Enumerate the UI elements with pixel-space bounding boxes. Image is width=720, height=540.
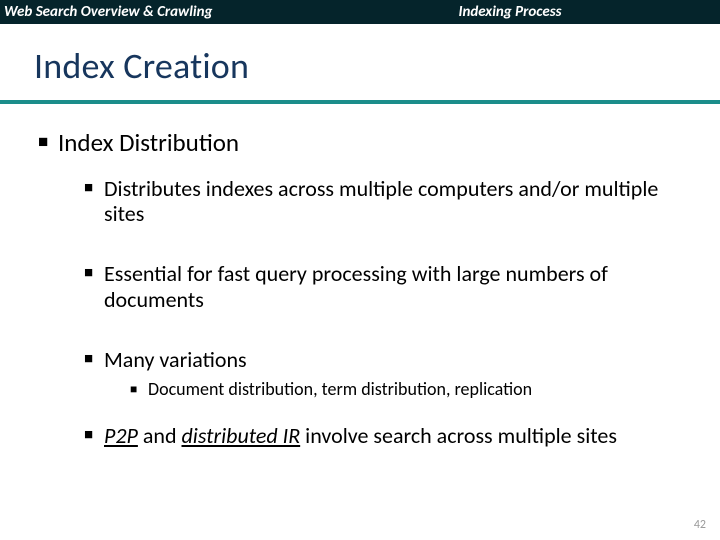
breadcrumb-right: Indexing Process: [300, 0, 720, 24]
text-rest: involve search across multiple sites: [300, 422, 617, 449]
breadcrumb-left: Web Search Overview & Crawling: [0, 0, 300, 24]
bullet-level2: ■ Many variations: [84, 347, 686, 373]
term-distributed-ir: distributed IR: [182, 422, 301, 449]
bullet-level2: ■ P2P and distributed IR involve search …: [84, 423, 686, 449]
breadcrumb-text: Web Search Overview & Crawling: [4, 3, 212, 21]
title-area: Index Creation: [0, 24, 720, 94]
bullet-text: Essential for fast query processing with…: [104, 261, 686, 313]
square-bullet-icon: ■: [130, 379, 148, 400]
bullet-text: P2P and distributed IR involve search ac…: [104, 423, 617, 449]
bullet-text: Distributes indexes across multiple comp…: [104, 176, 686, 228]
slide: Web Search Overview & Crawling Indexing …: [0, 0, 720, 540]
square-bullet-icon: ■: [38, 128, 58, 158]
text-and: and: [138, 422, 182, 449]
page-title: Index Creation: [34, 44, 692, 88]
term-p2p: P2P: [104, 422, 138, 449]
bullet-text: Document distribution, term distribution…: [148, 379, 532, 400]
top-header-bar: Web Search Overview & Crawling Indexing …: [0, 0, 720, 24]
bullet-level2: ■ Essential for fast query processing wi…: [84, 261, 686, 313]
bullet-text: Many variations: [104, 347, 247, 373]
content-area: ■ Index Distribution ■ Distributes index…: [0, 104, 720, 448]
bullet-level2: ■ Distributes indexes across multiple co…: [84, 176, 686, 228]
bullet-text: Index Distribution: [58, 128, 239, 158]
bullet-level1: ■ Index Distribution: [38, 128, 686, 158]
section-text: Indexing Process: [458, 3, 561, 21]
square-bullet-icon: ■: [84, 261, 104, 313]
square-bullet-icon: ■: [84, 176, 104, 228]
square-bullet-icon: ■: [84, 347, 104, 373]
square-bullet-icon: ■: [84, 423, 104, 449]
bullet-level3: ■ Document distribution, term distributi…: [130, 379, 686, 400]
page-number: 42: [694, 518, 706, 532]
